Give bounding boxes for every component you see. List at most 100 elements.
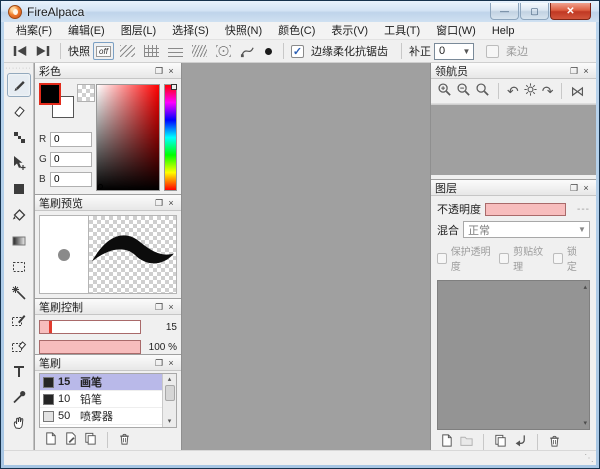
lock-checkbox[interactable] [553, 253, 563, 264]
snap-off-button[interactable]: off [93, 42, 114, 60]
select-pen-tool-button[interactable] [7, 307, 31, 331]
menu-layer[interactable]: 图层(L) [113, 22, 164, 40]
close-panel-icon[interactable]: × [580, 65, 592, 77]
antialias-checkbox[interactable]: ✓ [291, 45, 304, 58]
snap-horizontal-button[interactable] [165, 42, 186, 60]
copy-layer-button[interactable] [493, 433, 508, 451]
menu-window[interactable]: 窗口(W) [428, 22, 484, 40]
hue-slider[interactable] [164, 84, 177, 191]
close-button[interactable]: ✕ [550, 3, 591, 20]
maximize-button[interactable]: ▢ [520, 3, 549, 20]
copy-brush-button[interactable] [83, 431, 98, 449]
foreground-color-swatch[interactable] [39, 83, 61, 105]
correction-dropdown[interactable]: 0 ▼ [434, 43, 474, 60]
brush-opacity-slider[interactable] [39, 340, 141, 354]
magic-wand-tool-button[interactable] [7, 281, 31, 305]
soft-edge-checkbox[interactable] [486, 45, 499, 58]
scroll-down-icon[interactable]: ▾ [168, 416, 172, 427]
r-input[interactable] [50, 132, 92, 147]
brush-list-item[interactable]: 15 画笔 [40, 374, 162, 391]
add-layer-button[interactable] [439, 433, 454, 451]
float-panel-icon[interactable]: ❐ [153, 357, 165, 369]
brush-list-item[interactable]: 50 喷雾器 [40, 408, 162, 425]
navigator-preview[interactable] [431, 104, 596, 175]
snap-curve-button[interactable] [237, 42, 258, 60]
protect-alpha-checkbox[interactable] [437, 253, 447, 264]
undo-button[interactable] [10, 42, 30, 60]
brush-list-item[interactable]: 10 铅笔 [40, 391, 162, 408]
eyedropper-tool-button[interactable] [7, 385, 31, 409]
clipping-checkbox[interactable] [499, 253, 509, 264]
bucket-tool-button[interactable] [7, 203, 31, 227]
scroll-down-icon[interactable]: ▾ [583, 419, 587, 427]
scroll-up-icon[interactable]: ▴ [168, 374, 172, 385]
canvas-area[interactable]: ········ 彩色 ❐ × [4, 63, 596, 450]
redo-button[interactable] [33, 42, 53, 60]
sv-cursor[interactable] [98, 184, 103, 189]
transparent-color-swatch[interactable] [77, 84, 95, 102]
scroll-up-icon[interactable]: ▴ [583, 283, 587, 291]
gradient-tool-button[interactable] [7, 229, 31, 253]
move-tool-button[interactable] [7, 151, 31, 175]
brush-list-header[interactable]: 笔刷 ❐ × [35, 355, 181, 371]
flip-horizontal-button[interactable]: ⋈ [570, 84, 584, 98]
fill-rect-tool-button[interactable] [7, 177, 31, 201]
snap-grid-button[interactable] [141, 42, 162, 60]
menu-edit[interactable]: 编辑(E) [60, 22, 113, 40]
menu-help[interactable]: Help [484, 22, 523, 40]
minimize-button[interactable]: — [490, 3, 519, 20]
menu-snap[interactable]: 快照(N) [217, 22, 270, 40]
close-panel-icon[interactable]: × [580, 182, 592, 194]
palette-grip[interactable]: ········ [5, 66, 32, 71]
b-input[interactable] [50, 172, 92, 187]
text-tool-button[interactable] [7, 359, 31, 383]
layers-header[interactable]: 图层 ❐ × [431, 180, 596, 196]
brush-control-header[interactable]: 笔刷控制 ❐ × [35, 299, 181, 315]
title-bar[interactable]: FireAlpaca — ▢ ✕ [1, 1, 599, 22]
saturation-value-picker[interactable] [96, 84, 161, 191]
add-folder-button[interactable] [459, 433, 474, 451]
delete-layer-button[interactable] [547, 433, 562, 451]
snap-parallel-button[interactable] [117, 42, 138, 60]
float-panel-icon[interactable]: ❐ [153, 197, 165, 209]
eraser-tool-button[interactable] [7, 99, 31, 123]
zoom-in-button[interactable] [437, 82, 452, 100]
menu-tools[interactable]: 工具(T) [376, 22, 428, 40]
brush-preview-header[interactable]: 笔刷预览 ❐ × [35, 195, 181, 211]
menu-color[interactable]: 颜色(C) [270, 22, 323, 40]
float-panel-icon[interactable]: ❐ [568, 65, 580, 77]
close-panel-icon[interactable]: × [165, 197, 177, 209]
snap-vanishing-button[interactable] [189, 42, 210, 60]
snap-concentric-button[interactable] [213, 42, 234, 60]
scrollbar-thumb[interactable] [165, 385, 175, 401]
zoom-reset-button[interactable] [475, 82, 490, 100]
color-panel-header[interactable]: 彩色 ❐ × [35, 63, 181, 79]
hue-cursor[interactable] [171, 84, 177, 90]
rotate-ccw-button[interactable]: ↶ [507, 84, 519, 98]
navigator-header[interactable]: 领航员 ❐ × [431, 63, 596, 79]
select-eraser-tool-button[interactable] [7, 333, 31, 357]
rotate-reset-button[interactable] [523, 82, 538, 100]
brush-size-handle[interactable] [49, 321, 52, 333]
pen-tool-button[interactable] [7, 73, 31, 97]
close-panel-icon[interactable]: × [165, 301, 177, 313]
dot-tool-button[interactable] [7, 125, 31, 149]
menu-select[interactable]: 选择(S) [164, 22, 217, 40]
blend-mode-dropdown[interactable]: 正常 ▼ [463, 221, 590, 238]
edit-brush-button[interactable] [63, 431, 78, 449]
menu-view[interactable]: 表示(V) [323, 22, 376, 40]
close-panel-icon[interactable]: × [165, 65, 177, 77]
g-input[interactable] [50, 152, 92, 167]
select-tool-button[interactable] [7, 255, 31, 279]
float-panel-icon[interactable]: ❐ [568, 182, 580, 194]
resize-grip-icon[interactable]: ⋱ [584, 454, 594, 464]
brush-list-scrollbar[interactable]: ▴ ▾ [162, 374, 176, 427]
close-panel-icon[interactable]: × [165, 357, 177, 369]
merge-layer-button[interactable] [513, 433, 528, 451]
layer-opacity-slider[interactable] [485, 203, 566, 216]
delete-brush-button[interactable] [117, 431, 132, 449]
float-panel-icon[interactable]: ❐ [153, 65, 165, 77]
brush-size-slider[interactable] [39, 320, 141, 334]
add-brush-button[interactable] [43, 431, 58, 449]
brush-list-item[interactable] [40, 425, 162, 428]
